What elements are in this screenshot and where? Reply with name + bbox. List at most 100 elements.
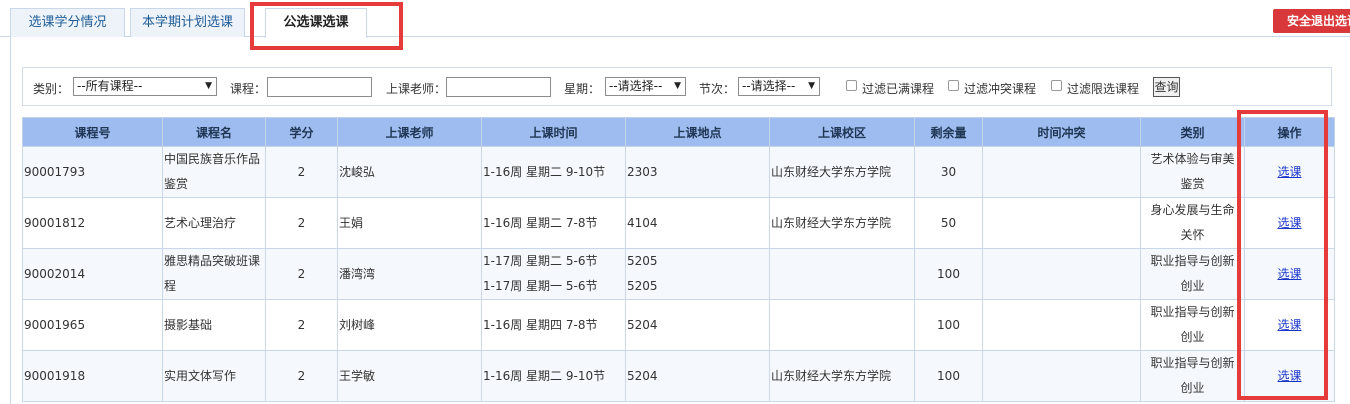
cell-place: 5204 <box>625 299 770 351</box>
category-line: 职业指导与创新 <box>1150 254 1235 268</box>
course-name-line: 艺术心理治疗 <box>164 215 237 230</box>
cell-campus: 山东财经大学东方学院 <box>769 350 915 402</box>
filter-conflict-checkbox[interactable] <box>948 80 959 91</box>
course-name-line: 实用文体写作 <box>164 368 237 383</box>
table-row: 90001812 艺术心理治疗 2 王娟 1-16周 星期二 7-8节 4104 山东财经大… <box>22 197 1335 249</box>
cell-course-id: 90001965 <box>22 299 163 351</box>
header-teacher: 上课老师 <box>337 117 482 147</box>
cell-course-id: 90001918 <box>22 350 163 402</box>
course-id-text: 90001965 <box>24 317 86 332</box>
cell-action: 选课 <box>1244 299 1335 351</box>
course-name-line: 摄影基础 <box>164 317 213 332</box>
cell-campus: 山东财经大学东方学院 <box>769 146 915 198</box>
course-name-line: 鉴赏 <box>164 177 189 191</box>
select-course-link[interactable]: 选课 <box>1277 318 1301 332</box>
time-line: 1-17周 星期二 5-6节 <box>483 254 598 268</box>
exit-selection-button[interactable]: 安全退出选课 <box>1273 9 1350 33</box>
period-label: 节次： <box>699 82 736 96</box>
cell-course-id: 90001793 <box>22 146 163 198</box>
cell-remaining: 100 <box>914 350 983 402</box>
weekday-select[interactable]: --请选择-- ▼ <box>605 77 686 96</box>
remaining-text: 100 <box>937 266 960 281</box>
time-line: 1-16周 星期四 7-8节 <box>483 317 598 332</box>
filter-bar: 类别： --所有课程-- ▼ 课程： 上课老师： 星期： --请选择-- ▼ 节… <box>22 67 1332 106</box>
category-line: 职业指导与创新 <box>1150 356 1235 370</box>
tab-planned-courses[interactable]: 本学期计划选课 <box>130 8 245 37</box>
cell-category: 职业指导与创新 创业 <box>1140 248 1245 300</box>
header-action: 操作 <box>1244 117 1335 147</box>
select-course-link[interactable]: 选课 <box>1277 369 1301 383</box>
cell-campus <box>769 248 915 300</box>
place-line: 5204 <box>627 368 658 383</box>
period-select[interactable]: --请选择-- ▼ <box>738 77 820 96</box>
header-campus: 上课校区 <box>769 117 915 147</box>
cell-time: 1-16周 星期四 7-8节 <box>481 299 626 351</box>
cell-teacher: 王娟 <box>337 197 482 249</box>
campus-text: 山东财经大学东方学院 <box>771 164 892 179</box>
header-conflict: 时间冲突 <box>982 117 1141 147</box>
teacher-input[interactable] <box>446 77 551 97</box>
header-time: 上课时间 <box>481 117 626 147</box>
filter-conflict-label: 过滤冲突课程 <box>964 82 1037 96</box>
cell-time: 1-16周 星期二 7-8节 <box>481 197 626 249</box>
cell-action: 选课 <box>1244 350 1335 402</box>
category-line: 创业 <box>1180 330 1205 344</box>
header-remaining: 剩余量 <box>914 117 983 147</box>
course-input[interactable] <box>267 77 372 97</box>
cell-course-name: 艺术心理治疗 <box>162 197 266 249</box>
header-place: 上课地点 <box>625 117 770 147</box>
cell-place: 2303 <box>625 146 770 198</box>
cell-conflict <box>982 197 1141 249</box>
cell-course-name: 雅思精品突破班课程 <box>162 248 266 300</box>
teacher-text: 王学敏 <box>339 368 376 383</box>
time-line: 1-17周 星期一 5-6节 <box>483 279 598 293</box>
tab-public-elective[interactable]: 公选课选课 <box>265 8 367 38</box>
course-id-text: 90001793 <box>24 164 86 179</box>
cell-credit: 2 <box>265 350 338 402</box>
filter-limited-label: 过滤限选课程 <box>1067 82 1140 96</box>
query-button[interactable]: 查询 <box>1153 77 1180 97</box>
weekday-label: 星期： <box>564 82 601 96</box>
category-line: 鉴赏 <box>1180 177 1205 191</box>
header-credit: 学分 <box>265 117 338 147</box>
cell-campus <box>769 299 915 351</box>
select-course-link[interactable]: 选课 <box>1277 165 1301 179</box>
filter-full-checkbox[interactable] <box>846 80 857 91</box>
category-label: 类别： <box>33 82 70 96</box>
cell-place: 4104 <box>625 197 770 249</box>
select-course-link[interactable]: 选课 <box>1277 267 1301 281</box>
teacher-text: 潘湾湾 <box>339 266 376 281</box>
category-line: 关怀 <box>1180 228 1205 242</box>
cell-category: 身心发展与生命 关怀 <box>1140 197 1245 249</box>
cell-teacher: 刘树峰 <box>337 299 482 351</box>
tab-credit-status[interactable]: 选课学分情况 <box>10 8 125 37</box>
teacher-label: 上课老师： <box>386 82 447 96</box>
cell-teacher: 潘湾湾 <box>337 248 482 300</box>
category-select[interactable]: --所有课程-- ▼ <box>73 77 217 96</box>
header-course-id: 课程号 <box>22 117 163 147</box>
filter-limited-checkbox[interactable] <box>1051 80 1062 91</box>
course-id-text: 90002014 <box>24 266 86 281</box>
dropdown-arrow-icon: ▼ <box>808 81 815 91</box>
cell-action: 选课 <box>1244 197 1335 249</box>
table-row: 90001793 中国民族音乐作品 鉴赏 2 沈峻弘 1-16周 星期二 9-10节 230… <box>22 146 1335 198</box>
select-course-link[interactable]: 选课 <box>1277 216 1301 230</box>
credit-text: 2 <box>297 164 306 179</box>
cell-conflict <box>982 146 1141 198</box>
cell-credit: 2 <box>265 197 338 249</box>
cell-place: 5205 5205 <box>625 248 770 300</box>
cell-course-id: 90001812 <box>22 197 163 249</box>
cell-teacher: 王学敏 <box>337 350 482 402</box>
cell-campus: 山东财经大学东方学院 <box>769 197 915 249</box>
time-line: 1-16周 星期二 7-8节 <box>483 215 598 230</box>
remaining-text: 100 <box>937 317 960 332</box>
cell-conflict <box>982 299 1141 351</box>
teacher-text: 刘树峰 <box>339 317 376 332</box>
credit-text: 2 <box>297 266 306 281</box>
header-course-name: 课程名 <box>162 117 266 147</box>
header-category: 类别 <box>1140 117 1245 147</box>
cell-remaining: 100 <box>914 299 983 351</box>
campus-text: 山东财经大学东方学院 <box>771 215 892 230</box>
category-select-value: --所有课程-- <box>77 79 143 93</box>
table-header-row: 课程号 课程名 学分 上课老师 上课时间 上课地点 上课校区 剩余量 时间冲突 … <box>22 117 1335 147</box>
